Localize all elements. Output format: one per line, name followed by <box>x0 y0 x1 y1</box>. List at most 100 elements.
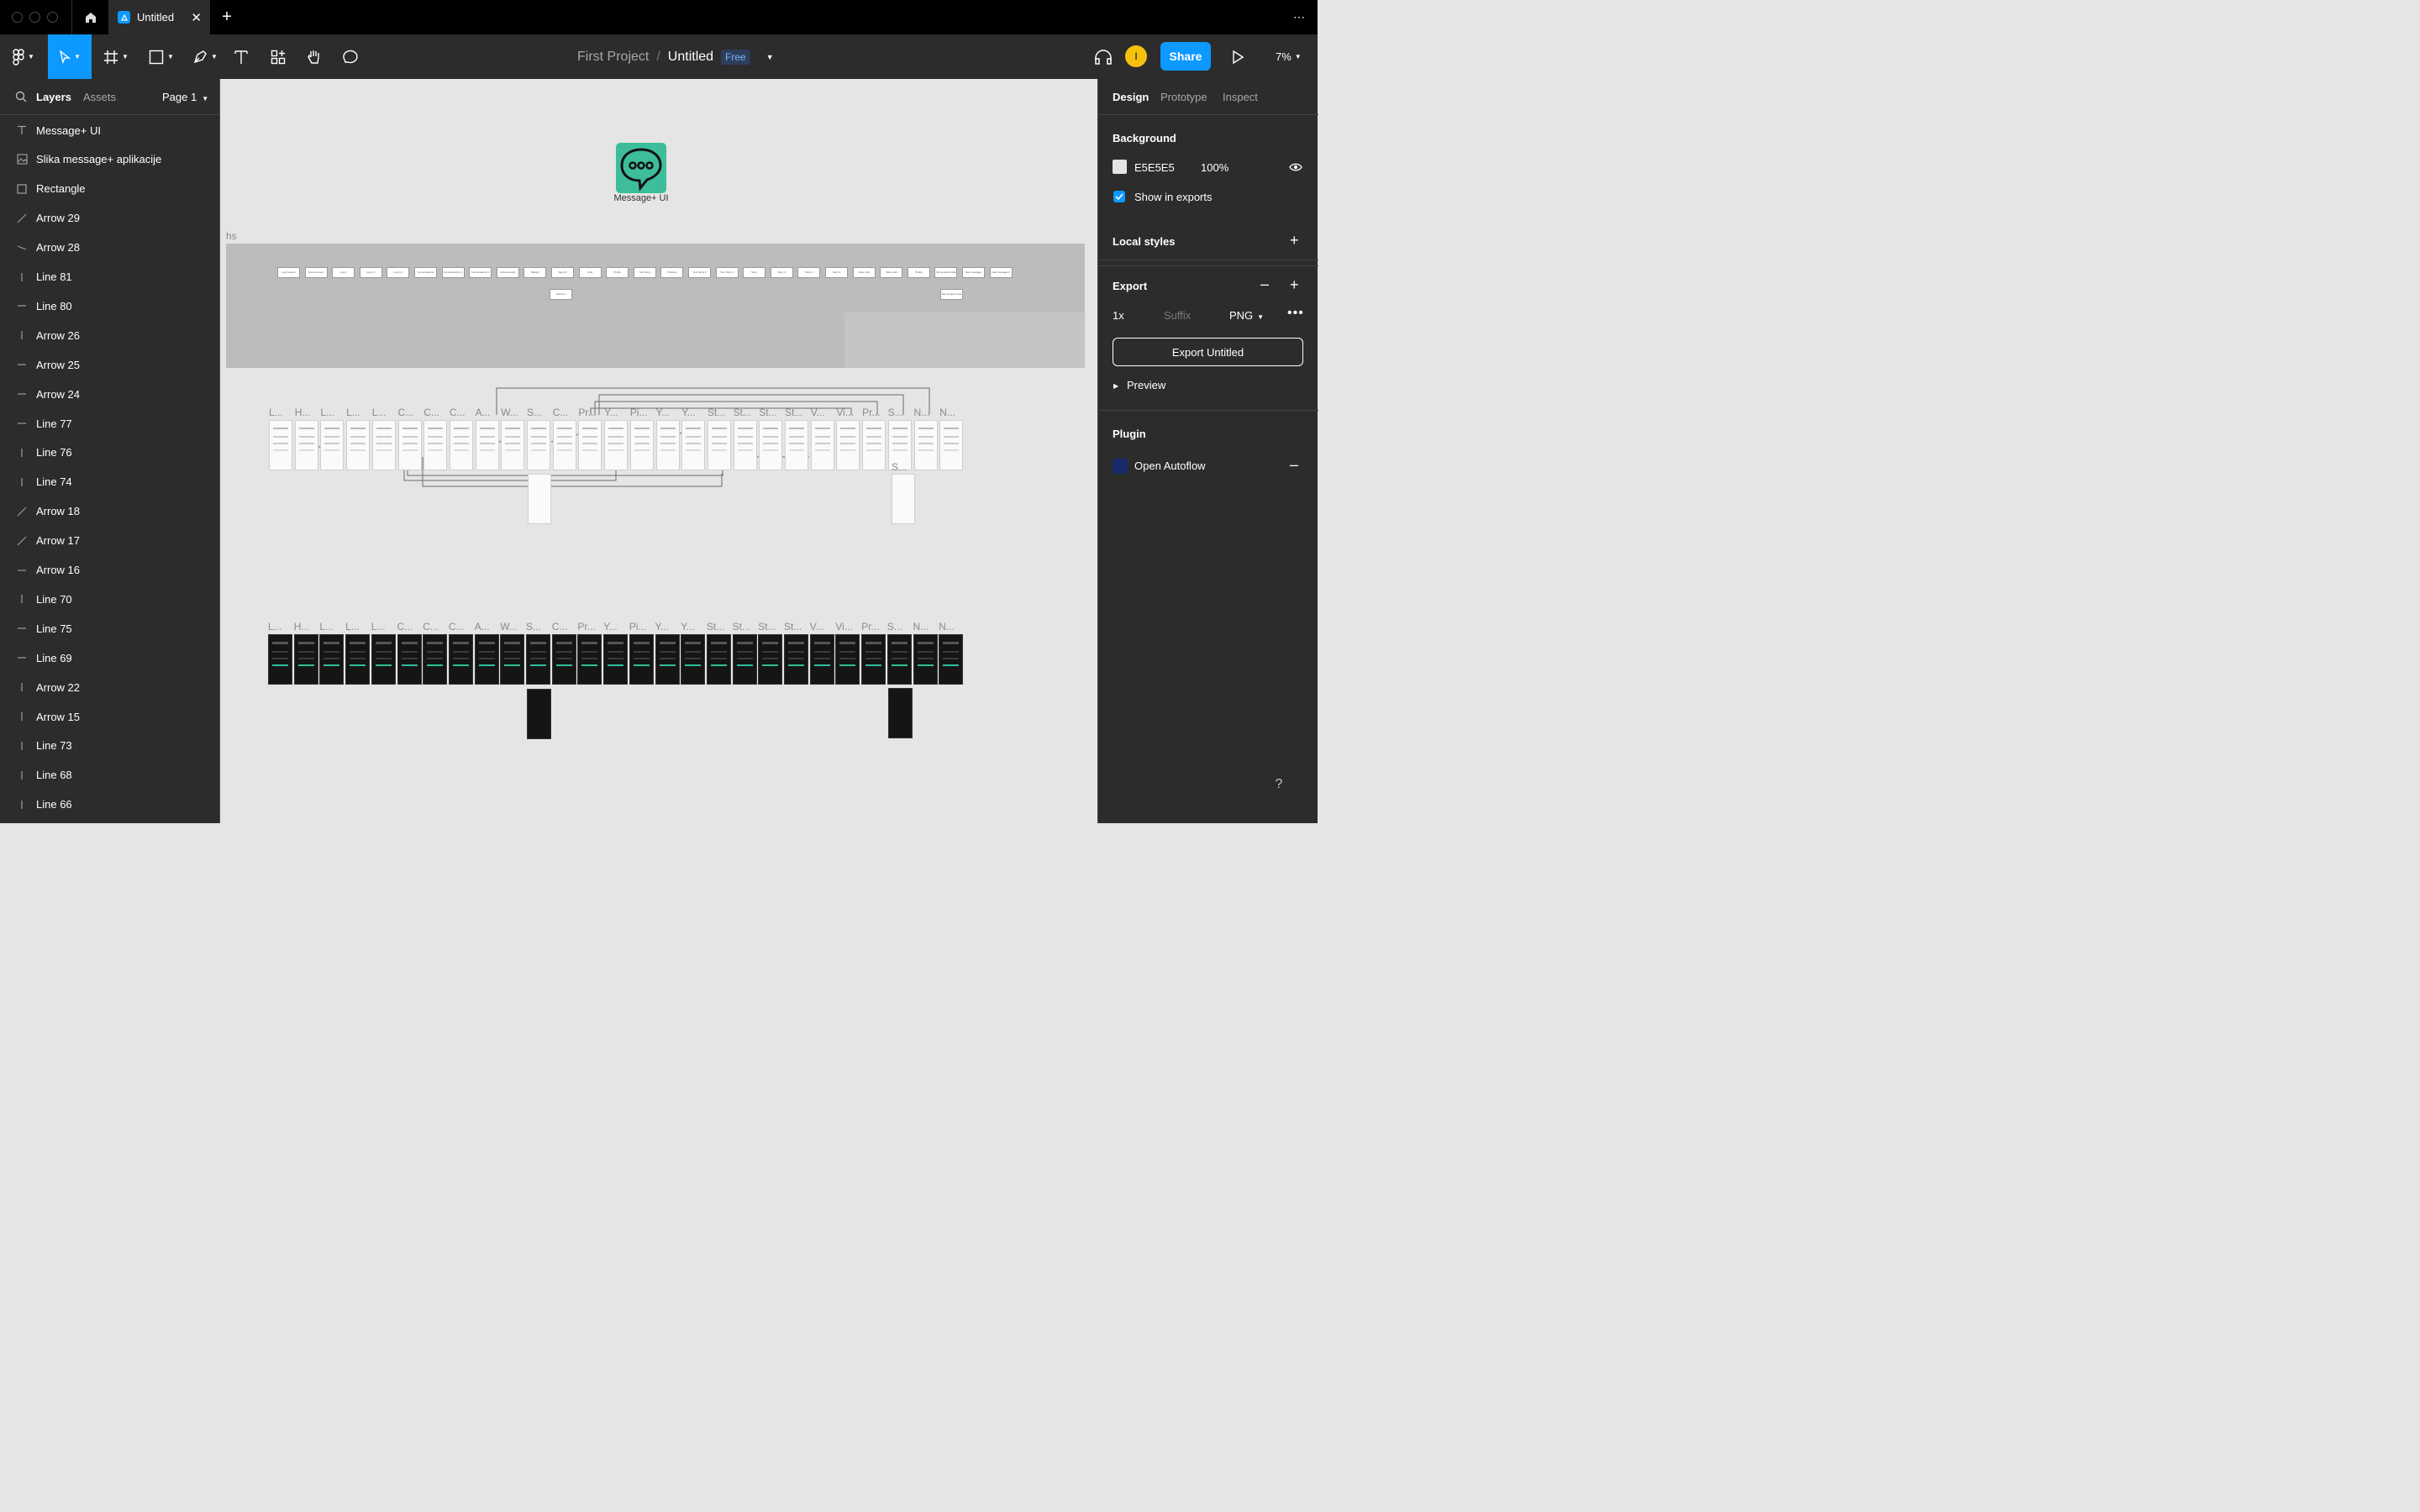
frame-label[interactable]: H... <box>295 407 311 418</box>
frame-label[interactable]: N... <box>914 407 930 418</box>
layer-row[interactable]: Arrow 26 <box>0 321 219 349</box>
wireframe-frame[interactable] <box>629 420 654 470</box>
resources-tool-button[interactable] <box>267 34 289 79</box>
frame-label[interactable]: St... <box>707 621 724 633</box>
layer-row[interactable]: Line 70 <box>0 585 219 613</box>
layer-row[interactable]: Arrow 17 <box>0 527 219 555</box>
sitemap-node[interactable]: Pictures <box>660 267 684 278</box>
screen-frame[interactable] <box>681 634 706 685</box>
screen-frame[interactable] <box>888 688 913 738</box>
sitemap-node[interactable]: Chat <box>578 267 602 278</box>
frame-label[interactable]: L... <box>319 621 334 633</box>
frame-label[interactable]: C... <box>398 407 414 418</box>
sitemap-node[interactable]: Active people <box>496 267 519 278</box>
close-window-button[interactable] <box>12 12 23 23</box>
layer-row[interactable]: Line 80 <box>0 291 219 320</box>
background-opacity-input[interactable]: 100% <box>1201 161 1228 174</box>
layer-row[interactable]: Arrow 29 <box>0 204 219 233</box>
frame-label[interactable]: C... <box>552 621 568 633</box>
sitemap-node[interactable]: Lock screen <box>277 267 300 278</box>
sitemap-node[interactable]: Home screen <box>304 267 328 278</box>
page-selector[interactable]: Page 1 ▼ <box>162 91 208 103</box>
project-name[interactable]: First Project <box>577 50 649 65</box>
screen-frame[interactable] <box>886 634 912 685</box>
wireframe-frame[interactable] <box>707 420 731 470</box>
wireframe-frame[interactable] <box>475 420 499 470</box>
hand-tool-button[interactable] <box>303 34 325 79</box>
screen-frame[interactable] <box>345 634 371 685</box>
present-button[interactable] <box>1228 34 1247 79</box>
minimize-window-button[interactable] <box>29 12 40 23</box>
frame-label[interactable]: S... <box>892 461 907 473</box>
screen-frame[interactable] <box>397 634 422 685</box>
sitemap-node[interactable]: Log in 2 <box>359 267 382 278</box>
screen-frame[interactable] <box>371 634 396 685</box>
frame-label[interactable]: L... <box>268 621 282 633</box>
background-color-swatch[interactable] <box>1113 160 1127 174</box>
sitemap-node[interactable]: Your Story 2 <box>688 267 711 278</box>
expand-triangle-icon[interactable]: ▶ <box>1113 382 1118 390</box>
share-button[interactable]: Share <box>1160 42 1211 71</box>
layer-row[interactable]: Line 76 <box>0 438 219 467</box>
frame-label[interactable]: Vi... <box>835 621 852 633</box>
frame-label[interactable]: S... <box>888 407 903 418</box>
screen-frame[interactable] <box>268 634 292 685</box>
frame-label[interactable]: Pr... <box>862 407 880 418</box>
screen-frame[interactable] <box>629 634 654 685</box>
wireframe-frame[interactable] <box>939 420 964 470</box>
screen-frame[interactable] <box>809 634 834 685</box>
wireframe-frame[interactable] <box>810 420 834 470</box>
frame-label[interactable]: N... <box>939 407 955 418</box>
wireframe-frame[interactable] <box>346 420 371 470</box>
frame-label[interactable]: St... <box>784 621 802 633</box>
frame-label[interactable]: L... <box>371 621 386 633</box>
move-tool-button[interactable]: ▼ <box>48 34 92 79</box>
layer-row[interactable]: Line 74 <box>0 468 219 496</box>
frame-label[interactable]: W... <box>500 621 518 633</box>
frame-label[interactable]: C... <box>424 407 439 418</box>
sitemap-node[interactable]: Story <box>743 267 766 278</box>
layer-row[interactable]: Line 77 <box>0 409 219 438</box>
screen-frame[interactable] <box>527 689 551 739</box>
remove-plugin-icon[interactable]: – <box>1290 456 1298 474</box>
screen-frame[interactable] <box>706 634 731 685</box>
layer-row[interactable]: Arrow 15 <box>0 702 219 731</box>
shape-tool-button[interactable]: ▼ <box>145 34 178 79</box>
frame-label[interactable]: Y... <box>681 407 695 418</box>
screen-frame[interactable] <box>732 634 757 685</box>
layer-row[interactable]: Arrow 16 <box>0 556 219 585</box>
sitemap-node[interactable]: Log in 3 <box>387 267 410 278</box>
export-settings-icon[interactable]: ••• <box>1287 306 1304 321</box>
sitemap-node[interactable]: Waiting <box>523 267 547 278</box>
frame-label[interactable]: C... <box>449 621 465 633</box>
screen-frame[interactable] <box>474 634 499 685</box>
layer-row[interactable]: Arrow 22 <box>0 673 219 701</box>
tab-prototype[interactable]: Prototype <box>1160 91 1207 103</box>
tab-inspect[interactable]: Inspect <box>1223 91 1258 103</box>
main-menu-button[interactable]: ▼ <box>7 34 40 79</box>
frame-label[interactable]: Pr... <box>577 621 595 633</box>
export-scale[interactable]: 1x <box>1113 309 1124 322</box>
sitemap-node[interactable]: Set up light mode <box>940 289 963 300</box>
add-export-icon[interactable]: + <box>1290 276 1299 294</box>
comment-tool-button[interactable] <box>339 34 361 79</box>
file-menu-chevron-icon[interactable]: ▼ <box>766 53 774 61</box>
frame-label[interactable]: Pi... <box>630 407 648 418</box>
frame-label[interactable]: C... <box>450 407 466 418</box>
layer-row[interactable]: Rectangle <box>0 175 219 203</box>
wireframe-frame[interactable] <box>449 420 473 470</box>
frame-label[interactable]: V... <box>810 621 824 633</box>
layer-row[interactable]: Arrow 24 <box>0 380 219 408</box>
frame-label[interactable]: V... <box>811 407 825 418</box>
wireframe-frame[interactable] <box>759 420 783 470</box>
sitemap-node[interactable]: Video Call <box>880 267 903 278</box>
frame-label[interactable]: L... <box>320 407 334 418</box>
screen-frame[interactable] <box>319 634 345 685</box>
sitemap-frame-label[interactable]: hs <box>226 230 237 242</box>
screen-frame[interactable] <box>293 634 318 685</box>
screen-frame[interactable] <box>835 634 860 685</box>
frame-label[interactable]: Pr... <box>861 621 879 633</box>
tab-assets[interactable]: Assets <box>83 91 116 103</box>
sitemap-node[interactable]: Profile <box>907 267 930 278</box>
wireframe-frame[interactable] <box>527 420 550 470</box>
